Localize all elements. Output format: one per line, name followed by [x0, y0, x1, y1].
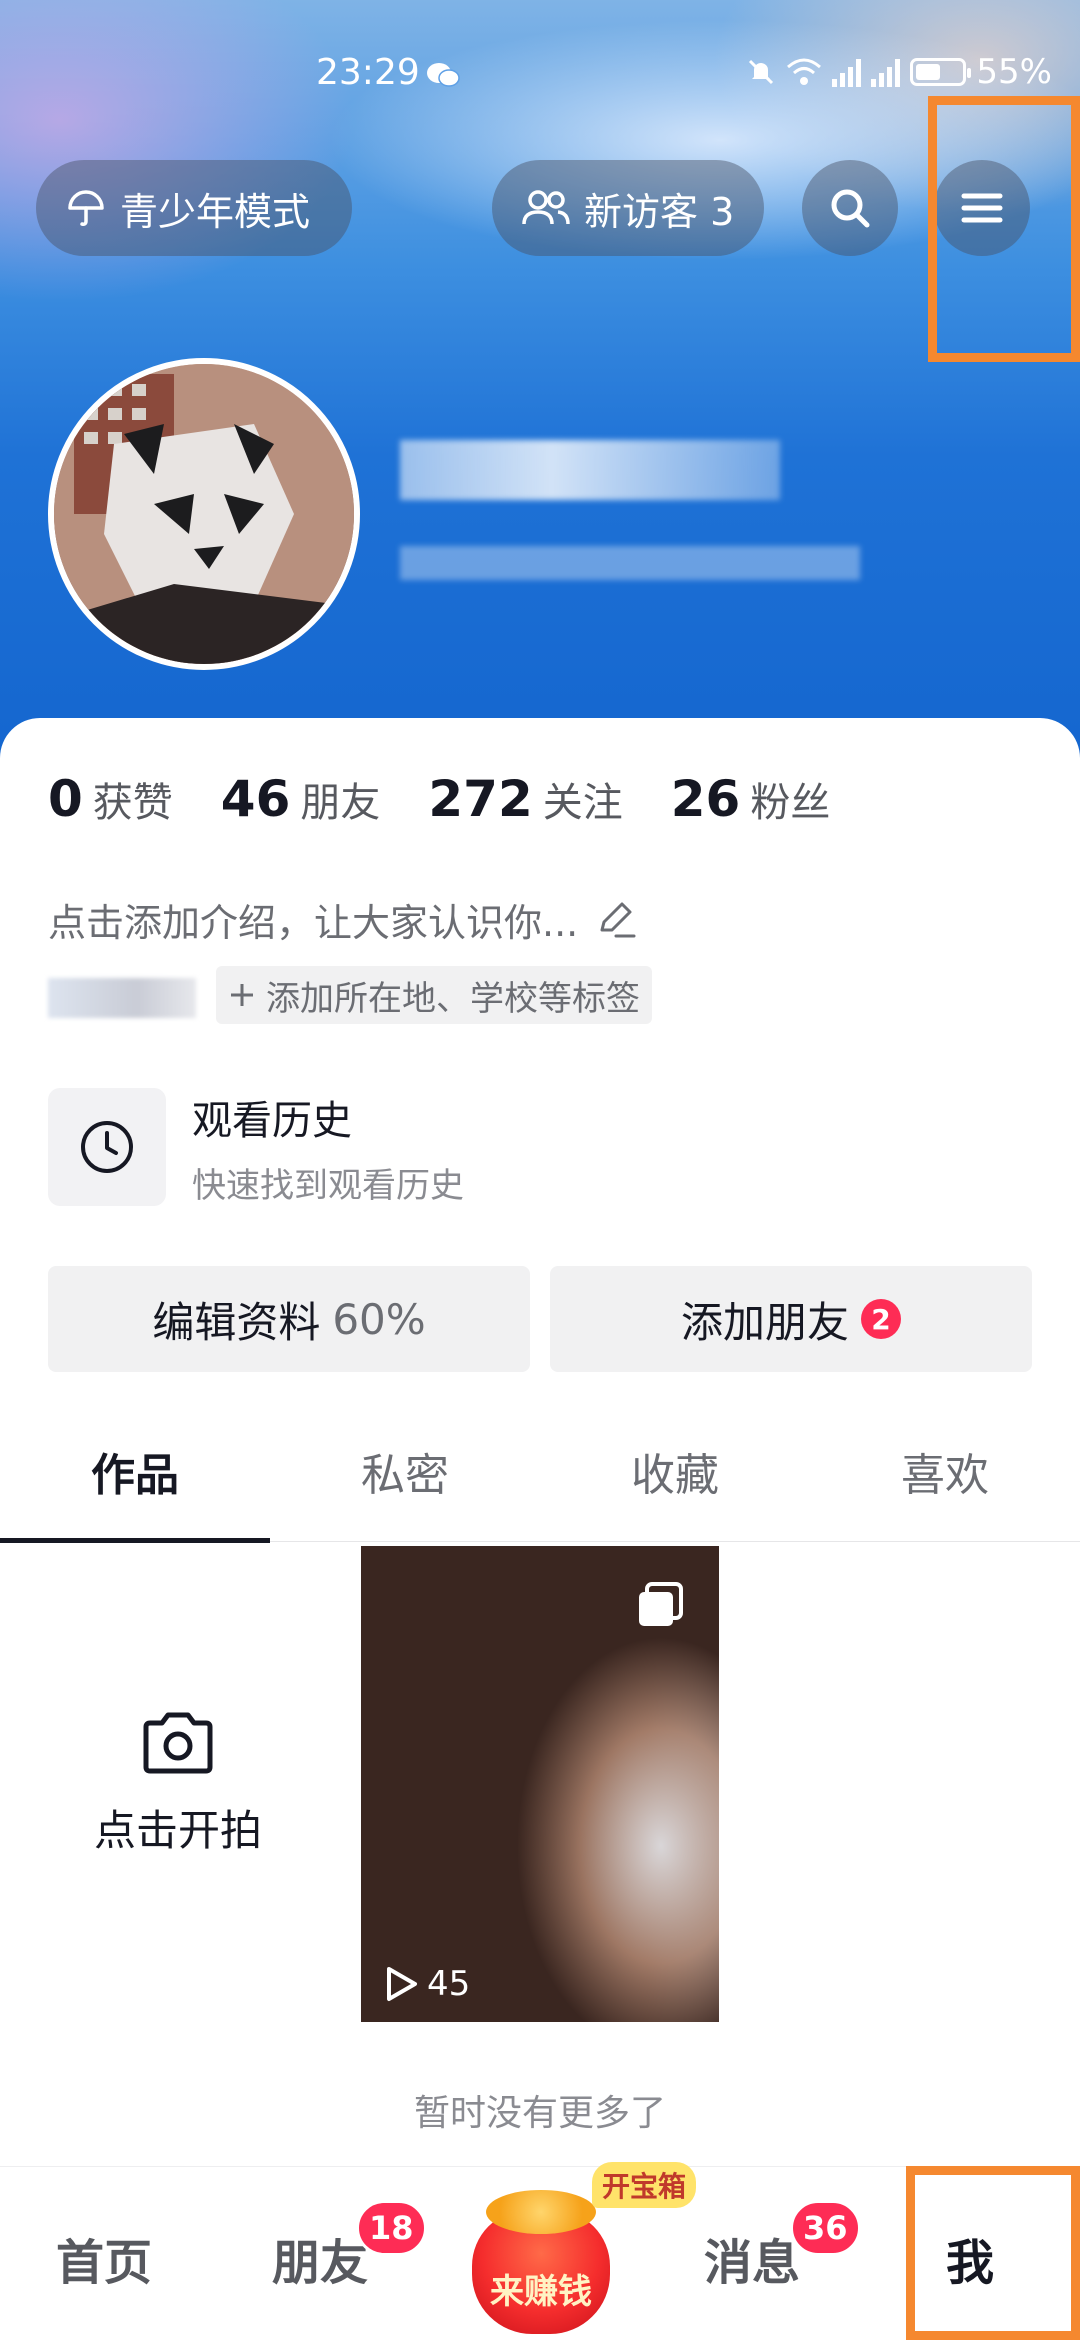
- tab-likes[interactable]: 喜欢: [810, 1400, 1080, 1541]
- stat-followers-count: 26: [670, 770, 741, 828]
- intro-edit-link[interactable]: 点击添加介绍，让大家认识你...: [48, 892, 638, 947]
- history-text: 观看历史 快速找到观看历史: [192, 1088, 464, 1207]
- stat-following[interactable]: 272 关注: [428, 770, 622, 828]
- nav-friends[interactable]: 朋友: [272, 2223, 368, 2293]
- stat-friends-label: 朋友: [300, 780, 381, 826]
- battery-icon: [910, 58, 972, 86]
- search-button[interactable]: [802, 160, 898, 256]
- video-play-count: 45: [383, 1964, 470, 2004]
- earn-money-label: 来赚钱: [490, 2272, 592, 2312]
- teen-mode-label: 青少年模式: [120, 189, 311, 234]
- people-icon: [522, 190, 570, 225]
- video-thumbnail[interactable]: 45: [361, 1546, 719, 2022]
- stat-friends-count: 46: [220, 770, 291, 828]
- multi-image-icon: [639, 1582, 683, 1626]
- panda-avatar-image: [54, 364, 354, 664]
- no-more-content: 暂时没有更多了: [413, 2093, 666, 2134]
- new-visitors-button[interactable]: 新访客 3: [492, 160, 764, 256]
- history-title: 观看历史: [192, 1097, 352, 1144]
- signal-icon: [871, 57, 901, 87]
- avatar[interactable]: [48, 358, 360, 670]
- edit-profile-button[interactable]: 编辑资料 60%: [48, 1266, 530, 1372]
- stat-likes-label: 获赞: [92, 780, 173, 826]
- clock-icon: [81, 1121, 133, 1173]
- search-icon: [831, 189, 870, 228]
- treasure-chest-tag: 开宝箱: [592, 2162, 697, 2208]
- add-friend-label: 添加朋友: [680, 1297, 849, 1347]
- plus-icon: [231, 984, 253, 1006]
- signal-icon: [832, 57, 862, 87]
- nav-home[interactable]: 首页: [56, 2223, 152, 2293]
- username-blurred: [400, 440, 780, 500]
- stat-following-label: 关注: [542, 780, 623, 826]
- start-shooting-label: 点击开拍: [93, 1805, 262, 1855]
- add-friend-badge: 2: [861, 1299, 901, 1339]
- add-tags-button[interactable]: 添加所在地、学校等标签: [216, 966, 652, 1024]
- tab-works[interactable]: 作品: [0, 1400, 270, 1543]
- tab-favorites[interactable]: 收藏: [540, 1400, 810, 1541]
- history-icon-box: [48, 1088, 166, 1206]
- battery-percent: 55%: [976, 52, 1052, 92]
- location-blurred: [48, 978, 196, 1018]
- tab-private[interactable]: 私密: [270, 1400, 540, 1541]
- status-bar: 23:29 55%: [0, 40, 1080, 120]
- me-tab-highlight-box: [906, 2166, 1080, 2340]
- mute-bell-icon: [749, 59, 774, 85]
- start-shooting-cell[interactable]: 点击开拍: [0, 1546, 356, 2022]
- pencil-icon: [600, 902, 636, 937]
- content-tabs: 作品 私密 收藏 喜欢: [0, 1400, 1080, 1543]
- stat-likes: 0 获赞: [48, 770, 173, 828]
- camera-icon: [143, 1712, 213, 1773]
- add-friend-button[interactable]: 添加朋友 2: [550, 1266, 1032, 1372]
- messages-badge: 36: [790, 2200, 861, 2256]
- nav-messages[interactable]: 消息: [704, 2223, 800, 2293]
- wifi-icon: [787, 58, 822, 85]
- friends-badge: 18: [356, 2200, 427, 2256]
- stat-followers[interactable]: 26 粉丝: [671, 770, 831, 828]
- user-id-blurred: [400, 546, 860, 580]
- coin-icon: [486, 2190, 596, 2234]
- profile-stats: 0 获赞 46 朋友 272 关注 26 粉丝: [48, 770, 830, 828]
- history-subtitle: 快速找到观看历史: [192, 1165, 464, 1206]
- umbrella-icon: [68, 190, 104, 226]
- play-icon: [387, 1967, 417, 2001]
- new-visitors-label: 新访客 3: [584, 189, 735, 234]
- teen-mode-button[interactable]: 青少年模式: [36, 160, 352, 256]
- intro-placeholder: 点击添加介绍，让大家认识你...: [48, 901, 579, 945]
- stat-following-count: 272: [428, 770, 533, 828]
- video-play-count-value: 45: [427, 1964, 471, 2004]
- status-time: 23:29: [316, 52, 420, 93]
- status-indicators: 55%: [746, 52, 1052, 92]
- menu-highlight-box: [928, 96, 1080, 362]
- stat-followers-label: 粉丝: [750, 780, 831, 826]
- stat-likes-count: 0: [48, 770, 83, 828]
- watch-history-entry[interactable]: 观看历史 快速找到观看历史: [48, 1088, 1028, 1206]
- edit-profile-label: 编辑资料: [152, 1297, 321, 1347]
- add-tags-label: 添加所在地、学校等标签: [266, 978, 640, 1019]
- wechat-icon: [427, 63, 460, 87]
- edit-profile-percent: 60%: [332, 1294, 426, 1344]
- stat-friends[interactable]: 46 朋友: [221, 770, 381, 828]
